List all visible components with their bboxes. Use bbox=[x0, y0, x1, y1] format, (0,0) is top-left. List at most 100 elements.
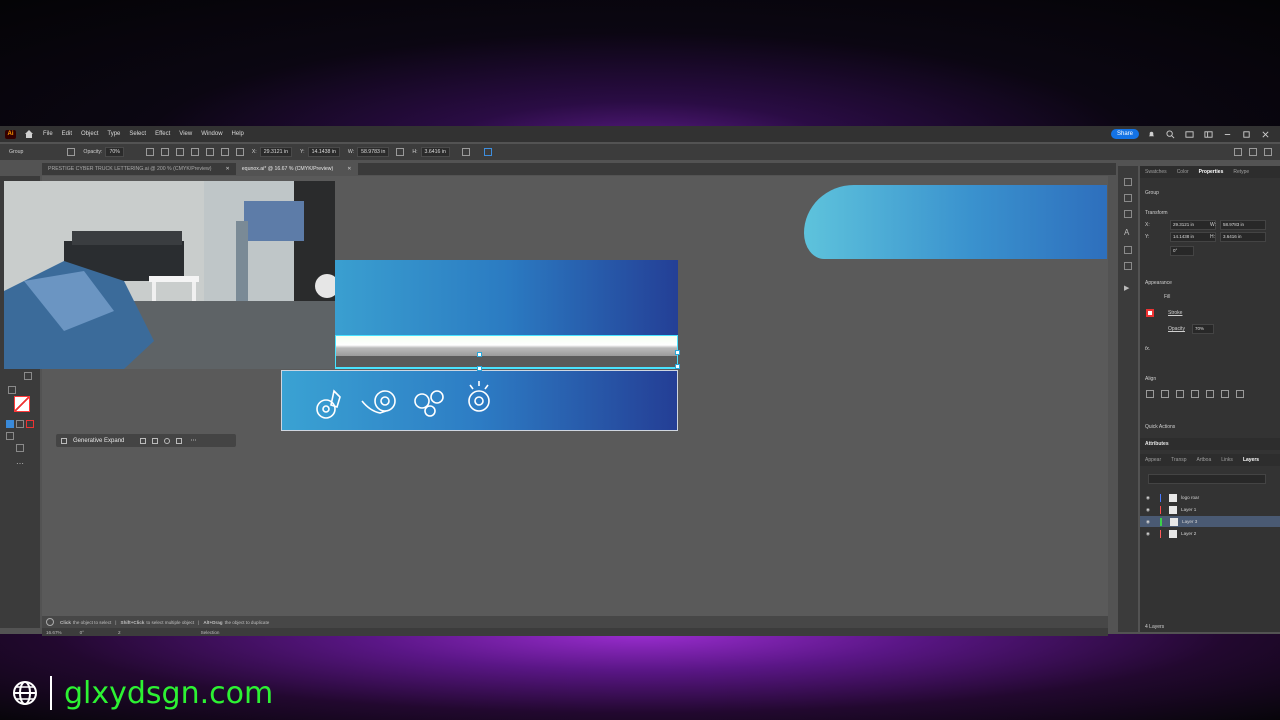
search-icon[interactable] bbox=[1166, 129, 1175, 139]
fill-label[interactable]: Fill bbox=[1164, 294, 1170, 300]
screen-mode-icon[interactable] bbox=[16, 444, 24, 452]
more-tools-icon[interactable]: ⋯ bbox=[16, 460, 24, 468]
tab-swatches[interactable]: Swatches bbox=[1140, 169, 1172, 175]
menu-file[interactable]: File bbox=[43, 131, 53, 137]
menu-object[interactable]: Object bbox=[81, 131, 98, 137]
layer-name[interactable]: logo roar bbox=[1181, 495, 1199, 500]
bell-icon[interactable] bbox=[1147, 130, 1156, 139]
w-field[interactable]: 58.9783 in bbox=[1220, 220, 1266, 230]
selection-handle[interactable] bbox=[675, 350, 680, 355]
layer-row-layer-1[interactable]: ◉ Layer 1 bbox=[1140, 504, 1280, 515]
selection-handle[interactable] bbox=[477, 352, 482, 357]
align-distribute-icon[interactable] bbox=[1236, 390, 1244, 398]
opacity-field[interactable]: 70% bbox=[1192, 324, 1214, 334]
fill-color-icon[interactable] bbox=[6, 420, 14, 428]
menu-help[interactable]: Help bbox=[232, 131, 244, 137]
artwork-blue-band[interactable] bbox=[335, 260, 678, 336]
close-icon[interactable] bbox=[152, 437, 159, 444]
selection-handle[interactable] bbox=[675, 364, 680, 369]
recolor-icon[interactable] bbox=[67, 148, 76, 156]
align-left-icon[interactable] bbox=[145, 148, 154, 156]
align-top-icon[interactable] bbox=[190, 148, 199, 156]
fill-stroke-icon[interactable] bbox=[14, 396, 30, 412]
minimize-icon[interactable] bbox=[1223, 130, 1232, 139]
layer-name[interactable]: Layer 1 bbox=[1181, 507, 1196, 512]
properties-strip-icon[interactable] bbox=[1124, 178, 1132, 186]
help-icon[interactable] bbox=[164, 437, 171, 444]
reference-point-icon[interactable] bbox=[235, 148, 244, 156]
tab-prestige-cyber-truck[interactable]: PRESTIGE CYBER TRUCK LETTERING.ai @ 200 … bbox=[42, 163, 236, 175]
layer-row-logo-roar[interactable]: ◉ logo roar bbox=[1140, 492, 1280, 503]
play-strip-icon[interactable]: ▶ bbox=[1124, 284, 1132, 292]
libraries-strip-icon[interactable] bbox=[1124, 210, 1132, 218]
panel-icon[interactable] bbox=[1204, 130, 1213, 139]
generative-expand-button[interactable]: Generative Expand bbox=[73, 438, 124, 444]
none-icon[interactable] bbox=[26, 420, 34, 428]
stroke-swatch[interactable] bbox=[1146, 309, 1154, 317]
menu-edit[interactable]: Edit bbox=[62, 131, 72, 137]
menu-view[interactable]: View bbox=[179, 131, 192, 137]
more-icon[interactable]: ⋯ bbox=[190, 437, 196, 444]
tab-properties[interactable]: Properties bbox=[1194, 169, 1229, 175]
menu-effect[interactable]: Effect bbox=[155, 131, 170, 137]
artboard-shape-top-right[interactable] bbox=[804, 185, 1107, 259]
opacity-label[interactable]: Opacity bbox=[1168, 326, 1185, 332]
tab-color[interactable]: Color bbox=[1172, 169, 1194, 175]
character-strip-icon[interactable]: A bbox=[1124, 228, 1132, 237]
gradient-icon[interactable] bbox=[16, 420, 24, 428]
transform-icon[interactable] bbox=[461, 148, 470, 156]
layer-name[interactable]: Layer 3 bbox=[1182, 519, 1197, 524]
direct-selection-tool-icon[interactable] bbox=[8, 386, 16, 394]
visibility-eye-icon[interactable]: ◉ bbox=[1146, 531, 1150, 537]
visibility-eye-icon[interactable]: ◉ bbox=[1146, 495, 1150, 501]
y-field[interactable]: 14.1438 in bbox=[307, 147, 340, 157]
align-right-icon[interactable] bbox=[1176, 390, 1184, 398]
tab-artboards[interactable]: Artboa bbox=[1192, 457, 1217, 463]
paragraph-strip-icon[interactable] bbox=[1124, 246, 1132, 254]
rotation-field[interactable]: 0° bbox=[80, 630, 84, 635]
artboard-number[interactable]: 2 bbox=[118, 630, 121, 635]
angle-field[interactable]: 0° bbox=[1170, 246, 1194, 256]
align-bottom-icon[interactable] bbox=[220, 148, 229, 156]
zoom-field[interactable]: 16.67% bbox=[46, 630, 62, 635]
fx-label[interactable]: fx. bbox=[1145, 346, 1150, 352]
close-window-icon[interactable] bbox=[1261, 130, 1270, 139]
tab-retype[interactable]: Retype bbox=[1228, 169, 1254, 175]
align-center-icon[interactable] bbox=[160, 148, 169, 156]
crop-icon[interactable] bbox=[140, 437, 147, 444]
h-field[interactable]: 3.6416 in bbox=[420, 147, 450, 157]
layer-row-layer-2[interactable]: ◉ Layer 2 bbox=[1140, 528, 1280, 539]
tab-appearance[interactable]: Appear bbox=[1140, 457, 1166, 463]
h-field[interactable]: 3.6416 in bbox=[1220, 232, 1266, 242]
opacity-field[interactable]: 70% bbox=[105, 147, 124, 157]
layers-search-field[interactable] bbox=[1148, 474, 1266, 484]
menu-window[interactable]: Window bbox=[201, 131, 222, 137]
home-icon[interactable] bbox=[24, 129, 34, 139]
selection-handle[interactable] bbox=[477, 366, 482, 371]
layers-strip-icon[interactable] bbox=[1124, 194, 1132, 202]
arrange-panels-icon[interactable] bbox=[1234, 148, 1242, 156]
w-field[interactable]: 58.9783 in bbox=[357, 147, 390, 157]
list-icon[interactable] bbox=[176, 437, 183, 444]
tab-equnox[interactable]: equnox.ai* @ 16.67 % (CMYK/Preview) ✕ bbox=[235, 163, 358, 175]
pen-icon[interactable] bbox=[1249, 148, 1257, 156]
selection-bounding-box[interactable] bbox=[335, 335, 678, 368]
layer-name[interactable]: Layer 2 bbox=[1181, 531, 1196, 536]
close-tab-icon[interactable]: ✕ bbox=[225, 163, 229, 175]
tab-links[interactable]: Links bbox=[1216, 457, 1238, 463]
align-top-icon[interactable] bbox=[1191, 390, 1199, 398]
align-middle-icon[interactable] bbox=[205, 148, 214, 156]
share-button[interactable]: Share bbox=[1110, 129, 1139, 139]
draw-mode-icon[interactable] bbox=[6, 432, 14, 440]
close-tab-icon[interactable]: ✕ bbox=[347, 163, 351, 175]
align-vcenter-icon[interactable] bbox=[1206, 390, 1214, 398]
isolate-icon[interactable] bbox=[483, 148, 492, 156]
maximize-icon[interactable] bbox=[1242, 130, 1251, 139]
align-left-icon[interactable] bbox=[1146, 390, 1154, 398]
align-right-icon[interactable] bbox=[175, 148, 184, 156]
visibility-eye-icon[interactable]: ◉ bbox=[1146, 519, 1150, 525]
menu-icon[interactable] bbox=[1264, 148, 1272, 156]
stroke-label[interactable]: Stroke bbox=[1168, 310, 1182, 316]
align-hcenter-icon[interactable] bbox=[1161, 390, 1169, 398]
selection-tool-icon[interactable] bbox=[24, 372, 32, 380]
